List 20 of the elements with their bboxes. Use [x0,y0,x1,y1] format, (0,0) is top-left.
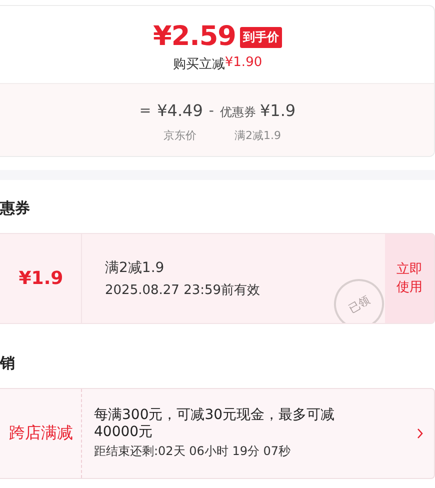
promo-countdown: 距结束还剩:02天 06小时 19分 07秒 [94,443,292,460]
promo-type: 跨店满减 [9,423,73,444]
promo-card[interactable]: 跨店满减 每满300元，可减30元现金，最多可减40000元 距结束还剩:02天 06小时 19分 07秒 [0,388,435,479]
coupon-amount: ¥1.9 [18,268,64,289]
coupon-validity: 2025.08.27 23:59前有效 [105,282,262,298]
saving-label: 购买立减 [172,56,225,73]
operator-sign: - [208,102,214,121]
promo-description: 每满300元，可减30元现金，最多可减40000元 [94,407,336,441]
use-now-button[interactable]: 立即使用 [385,234,434,323]
saving-amount: ¥1.90 [224,55,262,72]
term-amount: ¥1.9 [260,100,296,122]
operator-sign: = [139,102,152,121]
term-caption: 满2减1.9 [234,128,282,143]
chevron-right-icon [417,428,423,439]
coupon-condition: 满2减1.9 [105,258,166,276]
term-amount: ¥4.49 [157,100,203,122]
term-label: 优惠券 [220,104,256,121]
term-caption: 京东价 [164,128,197,143]
price-badge: 到手价 [240,26,282,48]
final-price: ¥2.59 [153,20,236,54]
